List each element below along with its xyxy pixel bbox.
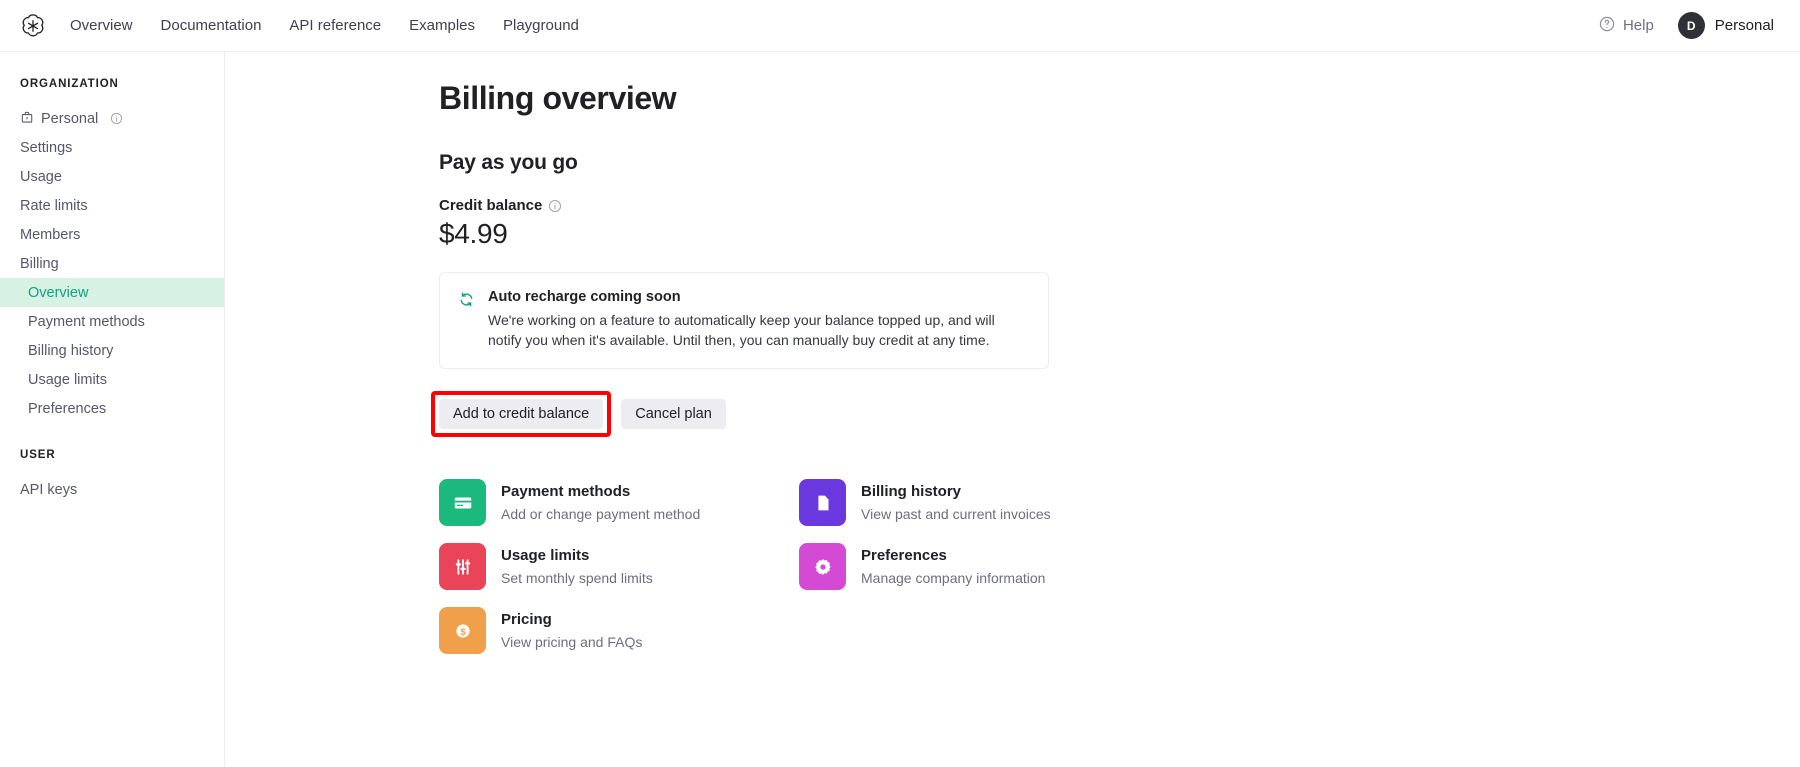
help-button[interactable]: Help [1599,16,1654,36]
cancel-plan-button[interactable]: Cancel plan [621,399,726,430]
sidebar-item-usage-limits[interactable]: Usage limits [0,365,224,394]
account-menu-button[interactable]: D Personal [1677,12,1774,39]
svg-text:$: $ [460,626,466,637]
nav-link-playground[interactable]: Playground [503,18,579,33]
primary-nav-links: Overview Documentation API reference Exa… [70,18,579,33]
sidebar-item-label: Usage limits [28,371,107,388]
sidebar-item-usage[interactable]: Usage [0,162,224,191]
card-title: Payment methods [501,483,631,501]
sidebar-heading-user: USER [20,449,56,461]
card-title: Billing history [861,483,962,501]
nav-right-group: Help D Personal [1599,12,1774,39]
card-text-block: Billing history View past and current in… [861,479,1051,523]
card-billing-history[interactable]: Billing history View past and current in… [799,479,1159,527]
sidebar-item-label: Usage [20,168,62,185]
nav-link-api-reference[interactable]: API reference [289,18,381,33]
auto-recharge-notice: Auto recharge coming soon We're working … [439,272,1049,370]
sidebar-item-label: Overview [28,284,89,301]
card-text-block: Usage limits Set monthly spend limits [501,543,653,587]
section-title-pay-as-you-go: Pay as you go [439,151,578,174]
card-subtitle: View past and current invoices [861,506,1051,523]
card-preferences[interactable]: Preferences Manage company information [799,543,1159,591]
sidebar-item-rate-limits[interactable]: Rate limits [0,191,224,220]
sidebar-item-label: Preferences [28,400,107,417]
card-text-block: Pricing View pricing and FAQs [501,607,642,651]
notice-text-block: Auto recharge coming soon We're working … [488,289,1008,350]
dollar-coin-icon: $ [439,607,486,655]
sidebar-item-billing-overview[interactable]: Overview [0,278,224,307]
top-navigation-bar: Overview Documentation API reference Exa… [0,0,1800,52]
sidebar-item-label: Rate limits [20,197,88,214]
nav-link-documentation[interactable]: Documentation [161,18,262,33]
notice-body: We're working on a feature to automatica… [488,312,995,349]
card-subtitle: View pricing and FAQs [501,634,643,651]
credit-card-icon [439,479,486,527]
card-payment-methods[interactable]: Payment methods Add or change payment me… [439,479,799,527]
nav-link-examples[interactable]: Examples [409,18,475,33]
sidebar-item-label: Personal [41,110,99,127]
sidebar-item-label: Members [20,226,81,243]
question-circle-icon [1599,16,1615,36]
page-title: Billing overview [439,80,677,116]
avatar: D [1677,12,1705,39]
sidebar-item-label: API keys [20,481,78,498]
sidebar-item-label: Billing [20,255,59,272]
nav-link-overview[interactable]: Overview [70,18,133,33]
card-pricing[interactable]: $ Pricing View pricing and FAQs [439,607,799,655]
help-label: Help [1622,17,1654,34]
gear-icon [799,543,846,591]
info-icon[interactable] [548,199,562,213]
main-content: Billing overview Pay as you go Credit ba… [225,52,1800,767]
credit-balance-label: Credit balance [439,197,543,214]
account-label: Personal [1714,17,1774,34]
sliders-icon [439,543,486,591]
sidebar-item-billing-history[interactable]: Billing history [0,336,224,365]
card-subtitle: Add or change payment method [501,506,701,523]
card-subtitle: Manage company information [861,570,1046,587]
sidebar-item-label: Payment methods [28,313,145,330]
app-shell: ORGANIZATION Personal Settings Usage Rat… [0,52,1800,767]
card-text-block: Payment methods Add or change payment me… [501,479,700,523]
info-icon[interactable] [110,112,123,125]
organization-icon [20,110,34,128]
card-text-block: Preferences Manage company information [861,543,1045,587]
sidebar-item-billing[interactable]: Billing [0,249,224,278]
sidebar-item-members[interactable]: Members [0,220,224,249]
sidebar-item-personal[interactable]: Personal [0,104,224,133]
credit-balance-value: $4.99 [439,218,508,249]
billing-overview-content: Billing overview Pay as you go Credit ba… [431,80,1051,655]
sidebar-item-settings[interactable]: Settings [0,133,224,162]
card-subtitle: Set monthly spend limits [501,570,653,587]
sidebar-item-api-keys[interactable]: API keys [0,475,224,504]
credit-balance-label-row: Credit balance [439,197,1049,214]
openai-logo-icon[interactable] [18,11,48,41]
card-title: Pricing [501,611,552,629]
notice-title: Auto recharge coming soon [488,289,681,305]
highlight-annotation: Add to credit balance [431,391,612,438]
card-usage-limits[interactable]: Usage limits Set monthly spend limits [439,543,799,591]
document-icon [799,479,846,527]
sidebar-item-label: Settings [20,139,73,156]
sidebar: ORGANIZATION Personal Settings Usage Rat… [0,52,225,767]
refresh-cycle-icon [458,289,475,350]
card-title: Usage limits [501,547,590,565]
billing-shortcut-cards: Payment methods Add or change payment me… [439,479,1051,655]
sidebar-item-payment-methods[interactable]: Payment methods [0,307,224,336]
sidebar-item-preferences[interactable]: Preferences [0,394,224,423]
sidebar-heading-organization: ORGANIZATION [20,78,119,90]
billing-action-buttons: Add to credit balance Cancel plan [431,391,1049,438]
add-to-credit-balance-button[interactable]: Add to credit balance [439,399,604,430]
sidebar-item-label: Billing history [28,342,114,359]
card-title: Preferences [861,547,947,565]
